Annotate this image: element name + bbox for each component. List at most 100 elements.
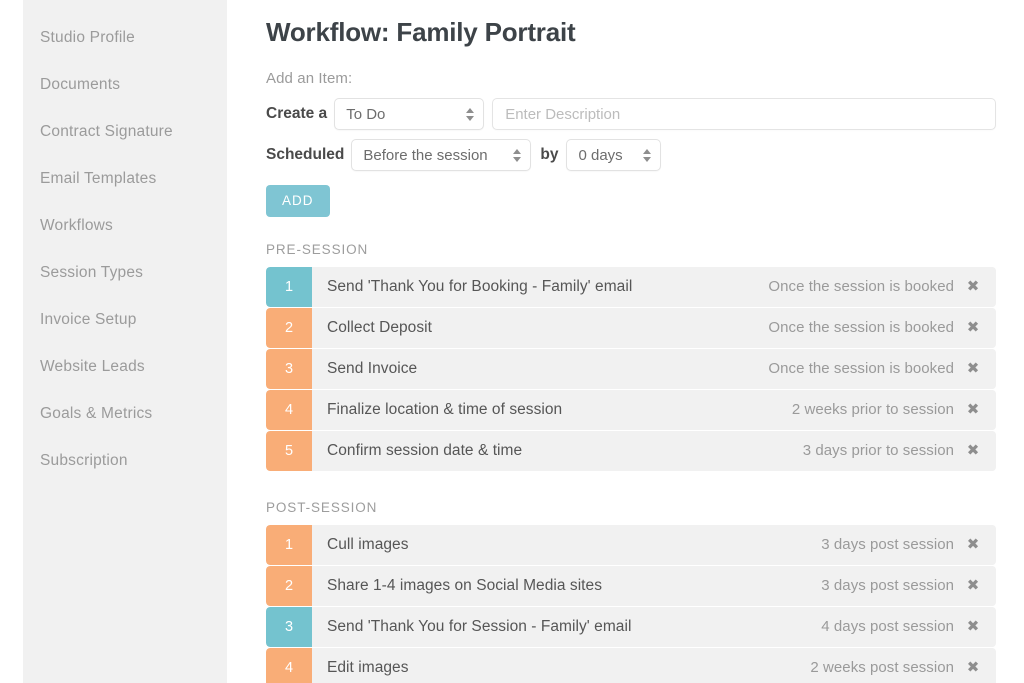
remove-item-icon[interactable]: ✖ <box>958 320 988 335</box>
schedule-when-select[interactable]: Before the session <box>351 139 532 172</box>
item-schedule-text: 3 days prior to session <box>802 442 954 460</box>
item-order-badge: 1 <box>266 524 312 565</box>
sidebar-item-documents[interactable]: Documents <box>23 61 227 108</box>
sidebar-item-subscription[interactable]: Subscription <box>23 437 227 484</box>
add-item-label: Add an Item: <box>266 70 353 88</box>
sidebar-item-label: Workflows <box>40 217 113 234</box>
workflow-item-row[interactable]: 3 Send 'Thank You for Session - Family' e… <box>266 606 996 647</box>
item-row-body: Cull images 3 days post session ✖ <box>312 524 996 565</box>
schedule-days-select-value: 0 days <box>578 146 623 164</box>
item-title: Confirm session date & time <box>327 441 523 459</box>
item-row-body: Finalize location & time of session 2 wee… <box>312 389 996 430</box>
add-button[interactable]: ADD <box>266 185 330 217</box>
remove-item-icon[interactable]: ✖ <box>958 660 988 675</box>
sidebar-item-label: Email Templates <box>40 170 157 187</box>
item-row-body: Edit images 2 weeks post session ✖ <box>312 647 996 683</box>
remove-item-icon[interactable]: ✖ <box>958 619 988 634</box>
item-schedule-text: 3 days post session <box>821 536 954 554</box>
item-row-body: Confirm session date & time 3 days prior … <box>312 430 996 471</box>
schedule-when-select-value: Before the session <box>363 146 488 164</box>
item-order-badge: 4 <box>266 647 312 683</box>
item-type-select[interactable]: To Do <box>334 98 485 131</box>
sidebar-item-studio-profile[interactable]: Studio Profile <box>23 14 227 61</box>
workflow-item-row[interactable]: 1 Send 'Thank You for Booking - Family' e… <box>266 266 996 307</box>
remove-item-icon[interactable]: ✖ <box>958 443 988 458</box>
main-content: Workflow: Family Portrait Add an Item: C… <box>227 0 1024 683</box>
sidebar-item-email-templates[interactable]: Email Templates <box>23 155 227 202</box>
item-row-right: 4 days post session ✖ <box>805 618 988 635</box>
item-title: Edit images <box>327 658 409 676</box>
item-title: Send 'Thank You for Session - Family' em… <box>327 617 632 635</box>
app-root: Studio Profile Documents Contract Signatur… <box>0 0 1024 683</box>
item-title: Share 1-4 images on Social Media sites <box>327 576 603 594</box>
item-title: Send 'Thank You for Booking - Family' em… <box>327 277 633 295</box>
remove-item-icon[interactable]: ✖ <box>958 361 988 376</box>
sidebar-item-goals-metrics[interactable]: Goals & Metrics <box>23 390 227 437</box>
create-item-row: Create a To Do <box>266 98 996 131</box>
item-order-badge: 2 <box>266 307 312 348</box>
item-type-select-value: To Do <box>346 105 386 123</box>
item-row-right: 3 days post session ✖ <box>805 577 988 594</box>
sidebar-item-label: Documents <box>40 76 121 93</box>
item-order-badge: 3 <box>266 606 312 647</box>
item-row-body: Send 'Thank You for Booking - Family' em… <box>312 266 996 307</box>
remove-item-icon[interactable]: ✖ <box>958 279 988 294</box>
sidebar-item-label: Contract Signature <box>40 123 173 140</box>
item-row-body: Send 'Thank You for Session - Family' em… <box>312 606 996 647</box>
sidebar-item-session-types[interactable]: Session Types <box>23 249 227 296</box>
item-order-badge: 3 <box>266 348 312 389</box>
workflow-item-row[interactable]: 5 Confirm session date & time 3 days prior… <box>266 430 996 471</box>
item-row-right: Once the session is booked ✖ <box>752 278 988 295</box>
item-schedule-text: Once the session is booked <box>768 278 954 296</box>
item-order-badge: 4 <box>266 389 312 430</box>
add-button-wrap: ADD <box>266 171 996 217</box>
schedule-days-select[interactable]: 0 days <box>566 139 662 172</box>
item-title: Send Invoice <box>327 359 418 377</box>
item-order-badge: 2 <box>266 565 312 606</box>
workflow-section: PRE-SESSION 1 Send 'Thank You for Booking … <box>266 242 996 471</box>
item-schedule-text: Once the session is booked <box>768 360 954 378</box>
chevron-updown-icon <box>512 147 521 163</box>
sidebar-item-website-leads[interactable]: Website Leads <box>23 343 227 390</box>
workflow-item-row[interactable]: 2 Collect Deposit Once the session is book… <box>266 307 996 348</box>
by-label: by <box>540 146 559 164</box>
description-input[interactable] <box>492 98 996 131</box>
item-order-badge: 1 <box>266 266 312 307</box>
sidebar-item-label: Goals & Metrics <box>40 405 153 422</box>
workflow-item-row[interactable]: 2 Share 1-4 images on Social Media sites 3… <box>266 565 996 606</box>
item-title: Finalize location & time of session <box>327 400 563 418</box>
item-row-right: Once the session is booked ✖ <box>752 360 988 377</box>
item-schedule-text: 4 days post session <box>821 618 954 636</box>
sidebar-item-label: Session Types <box>40 264 144 281</box>
workflow-section: POST-SESSION 1 Cull images 3 days post sess… <box>266 500 996 683</box>
workflow-item-row[interactable]: 1 Cull images 3 days post session ✖ <box>266 524 996 565</box>
item-order-badge: 5 <box>266 430 312 471</box>
settings-sidebar: Studio Profile Documents Contract Signatur… <box>23 0 227 683</box>
item-row-body: Send Invoice Once the session is booked ✖ <box>312 348 996 389</box>
item-title: Collect Deposit <box>327 318 432 336</box>
item-row-body: Share 1-4 images on Social Media sites 3 … <box>312 565 996 606</box>
section-heading: POST-SESSION <box>266 499 378 515</box>
workflow-item-row[interactable]: 4 Edit images 2 weeks post session ✖ <box>266 647 996 683</box>
remove-item-icon[interactable]: ✖ <box>958 402 988 417</box>
item-schedule-text: 3 days post session <box>821 577 954 595</box>
sidebar-item-workflows[interactable]: Workflows <box>23 202 227 249</box>
item-row-right: 2 weeks prior to session ✖ <box>776 401 988 418</box>
item-row-right: 2 weeks post session ✖ <box>794 659 988 676</box>
workflow-item-row[interactable]: 4 Finalize location & time of session 2 we… <box>266 389 996 430</box>
workflow-item-row[interactable]: 3 Send Invoice Once the session is booked ✖ <box>266 348 996 389</box>
remove-item-icon[interactable]: ✖ <box>958 578 988 593</box>
sidebar-item-contract-signature[interactable]: Contract Signature <box>23 108 227 155</box>
workflow-sections: PRE-SESSION 1 Send 'Thank You for Booking … <box>266 242 996 683</box>
item-row-right: Once the session is booked ✖ <box>752 319 988 336</box>
sidebar-item-invoice-setup[interactable]: Invoice Setup <box>23 296 227 343</box>
chevron-updown-icon <box>642 147 651 163</box>
scheduled-label: Scheduled <box>266 146 345 164</box>
create-a-label: Create a <box>266 105 328 123</box>
remove-item-icon[interactable]: ✖ <box>958 537 988 552</box>
item-schedule-text: 2 weeks post session <box>810 659 954 677</box>
scheduled-row: Scheduled Before the session by 0 days <box>266 139 996 172</box>
page-title: Workflow: Family Portrait <box>266 17 576 47</box>
chevron-updown-icon <box>465 106 474 122</box>
section-heading: PRE-SESSION <box>266 241 369 257</box>
